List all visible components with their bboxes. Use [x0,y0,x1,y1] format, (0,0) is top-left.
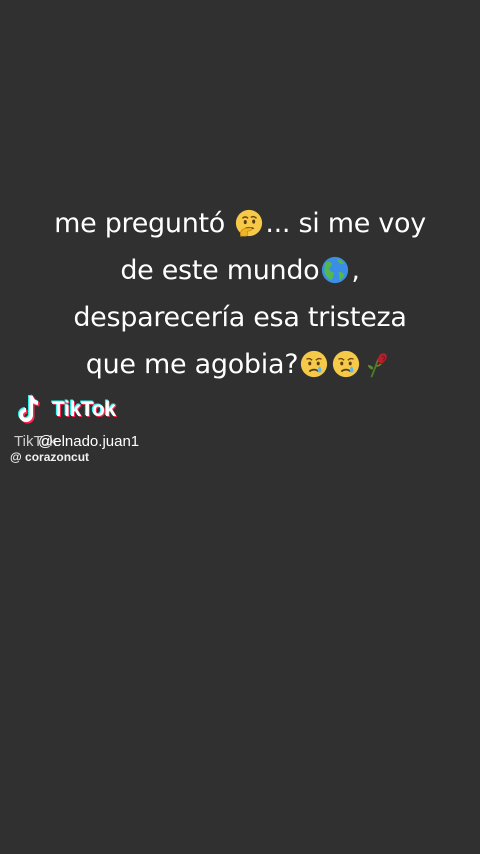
tiktok-username: @elnado.juan1 [38,433,140,450]
caption-text: ... si me voy [265,208,426,239]
creator-handle: @ corazoncut [10,450,90,464]
tiktok-logo: TikTok [16,392,116,428]
crying-face-icon [331,349,361,379]
tiktok-brand-text: TikTok [52,398,116,421]
tiktok-watermark: TikTok TikTok @elnado.juan1 @ corazoncut [10,392,214,472]
caption-text: de este mundo [120,255,320,286]
crying-face-icon [299,349,329,379]
caption-line-2: de este mundo , [10,247,470,294]
thinking-face-icon [234,208,264,238]
wilted-flower-icon [363,349,393,379]
caption-text: me preguntó [54,208,234,239]
caption-line-3: desparecería esa tristeza [73,302,407,333]
video-caption: me preguntó ... si me voy de este mundo … [10,200,470,388]
caption-line-1: me preguntó ... si me voy [10,200,470,247]
caption-text: , [351,255,360,286]
globe-icon [320,255,350,285]
caption-line-4: que me agobia? [10,341,470,388]
caption-text: que me agobia? [85,349,299,380]
video-frame: me preguntó ... si me voy de este mundo … [0,0,480,854]
tiktok-note-icon [18,394,40,424]
